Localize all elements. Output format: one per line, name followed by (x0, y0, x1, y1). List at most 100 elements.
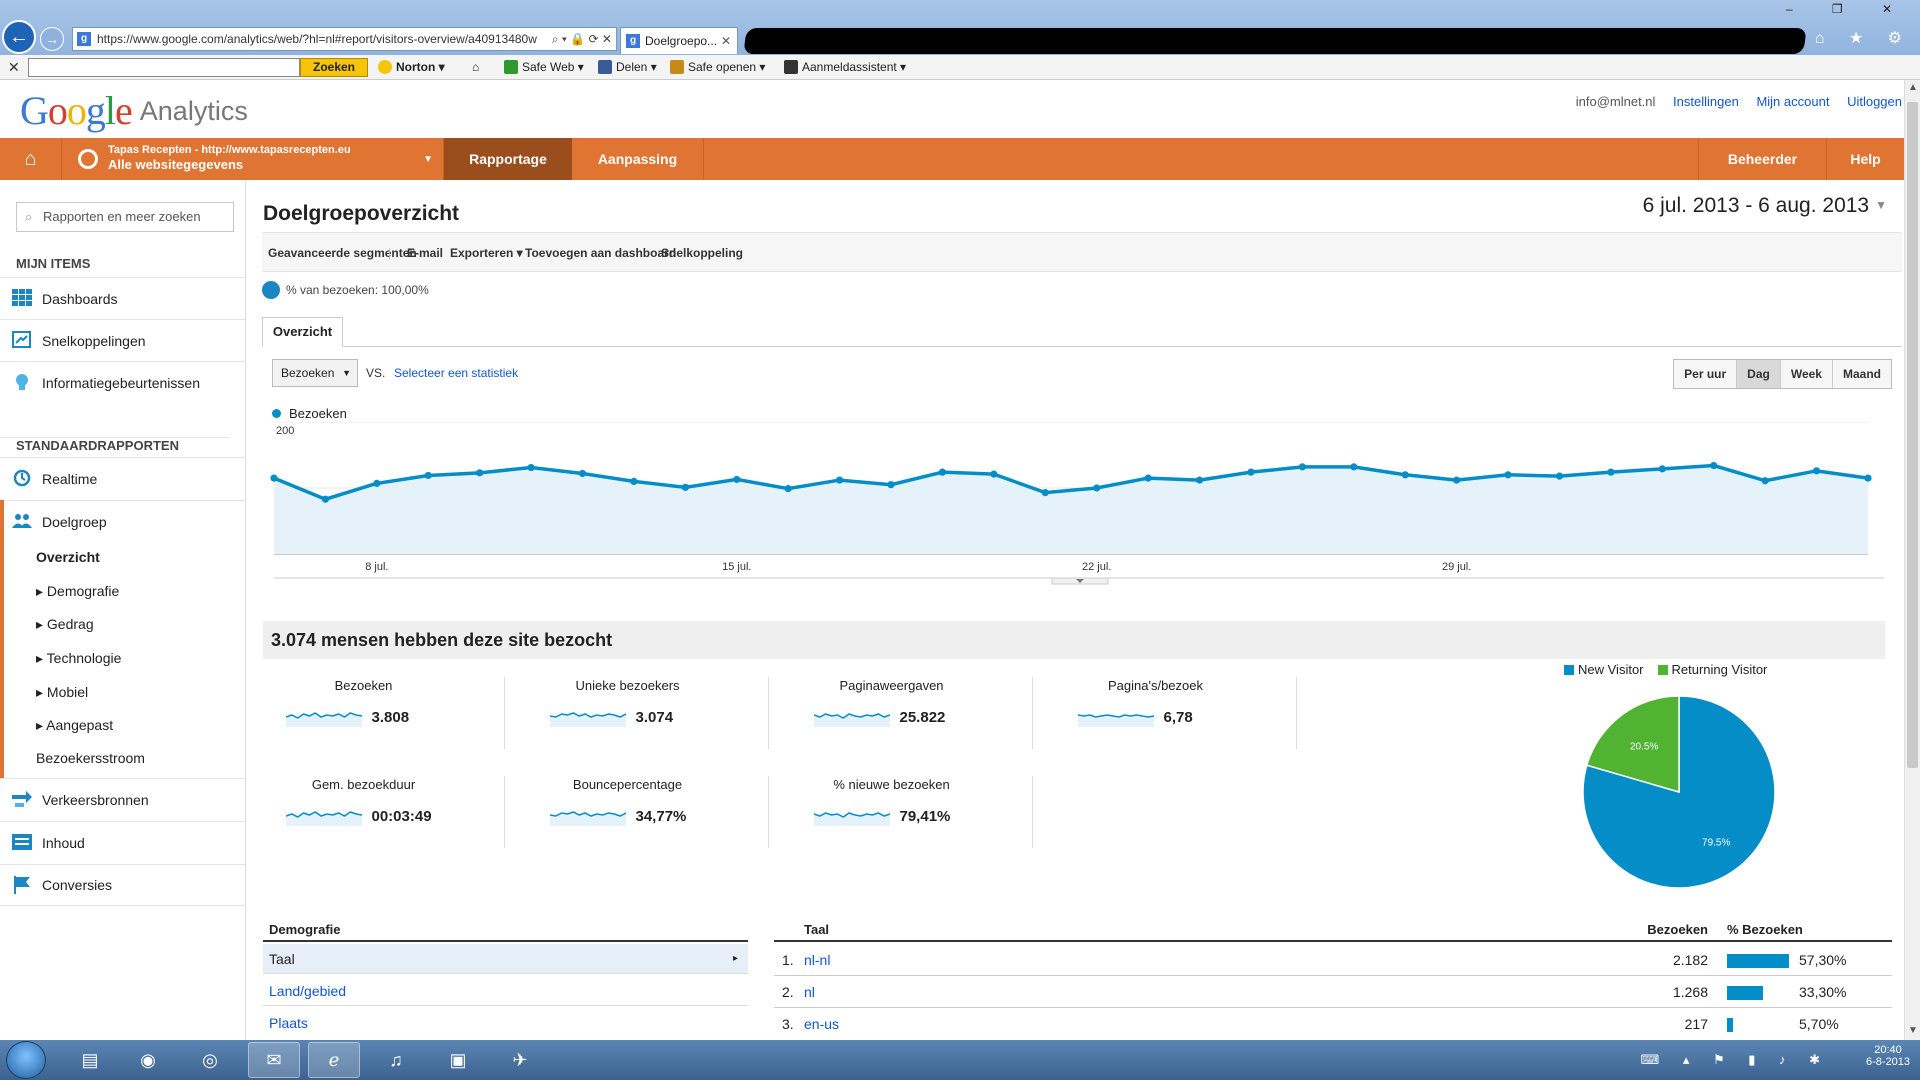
settings-link[interactable]: Instellingen (1673, 94, 1739, 109)
metric-sparkline (285, 811, 362, 826)
row-language-link[interactable]: nl-nl (804, 952, 830, 968)
explorer-folder-icon[interactable]: ▤ (64, 1042, 116, 1078)
report-search-placeholder: Rapporten en meer zoeken (43, 209, 201, 224)
google-favicon-icon: g (626, 34, 640, 48)
pie-legend-new: New Visitor (1564, 662, 1644, 677)
demografie-row-plaats[interactable]: Plaats (263, 1008, 748, 1038)
report-search-input[interactable]: ⌕ Rapporten en meer zoeken (16, 202, 234, 232)
outlook-icon[interactable]: ✉ (248, 1042, 300, 1078)
tab-help[interactable]: Help (1826, 138, 1904, 180)
safe-web-button[interactable]: Safe Web ▾ (504, 60, 584, 74)
col-pct-bezoeken[interactable]: % Bezoeken (1727, 922, 1803, 937)
tab-beheerder[interactable]: Beheerder (1698, 138, 1826, 180)
metric-row: 00:03:49 (256, 806, 471, 826)
sidebar-item-informatiegebeurtenissen[interactable]: Informatiegebeurtenissen (0, 361, 245, 403)
google-analytics-logo[interactable]: Google Analytics (20, 87, 248, 134)
aanmeldassistent-button[interactable]: Aanmeldassistent ▾ (784, 60, 906, 74)
sidebar-sub-bezoekersstroom[interactable]: Bezoekersstroom (36, 750, 145, 766)
metric-4: Pagina's/bezoek 6,78 (1048, 675, 1263, 755)
audience-people-icon (12, 514, 32, 528)
address-bar[interactable]: g https://www.google.com/analytics/web/?… (72, 27, 617, 51)
clock-time: 20:40 (1874, 1044, 1902, 1056)
system-tray-icons[interactable]: ⌨ ▴ ⚑ ▮ ♪ ✱ (1640, 1052, 1830, 1068)
start-button-icon[interactable] (6, 1041, 46, 1079)
scroll-down-icon[interactable]: ▼ (1908, 1025, 1918, 1036)
col-bezoeken[interactable]: Bezoeken (1647, 922, 1708, 937)
globe-icon (78, 149, 98, 169)
windows-media-icon[interactable]: ◉ (122, 1042, 174, 1078)
window-controls[interactable]: – ❐ ✕ (1786, 2, 1910, 16)
home-icon[interactable]: ⌂ (0, 138, 62, 180)
tab-rapportage[interactable]: Rapportage (444, 138, 572, 180)
forward-arrow-icon[interactable]: → (40, 27, 64, 51)
chrome-icon[interactable]: ◎ (184, 1042, 236, 1078)
my-account-link[interactable]: Mijn account (1756, 94, 1829, 109)
account-selector[interactable]: Tapas Recepten - http://www.tapasrecepte… (62, 138, 444, 180)
sidebar-sub-gedrag[interactable]: ▸ Gedrag (36, 616, 94, 633)
metric-7: % nieuwe bezoeken 79,41% (784, 774, 999, 854)
sparkline-area (285, 812, 362, 826)
home-icon[interactable]: ⌂ (472, 60, 479, 74)
sidebar-item-inhoud[interactable]: Inhoud (0, 821, 245, 863)
metrics-grid: Bezoeken 3.808 Unieke bezoekers 3.074 Pagina… (246, 180, 1546, 1040)
metric-sparkline (1077, 714, 1154, 727)
lightbulb-icon (16, 374, 28, 390)
tab-close-icon[interactable]: ✕ (721, 28, 731, 54)
sidebar-sub-aangepast[interactable]: ▸ Aangepast (36, 717, 113, 734)
sidebar-item-conversies[interactable]: Conversies (0, 864, 245, 906)
sidebar-item-snelkoppelingen[interactable]: Snelkoppelingen (0, 319, 245, 361)
tab-aanpassing[interactable]: Aanpassing (572, 138, 704, 180)
metric-row: 3.808 (256, 707, 471, 727)
sidebar-item-verkeersbronnen[interactable]: Verkeersbronnen (0, 778, 245, 820)
safe-openen-button[interactable]: Safe openen ▾ (670, 60, 765, 74)
demografie-row-taal[interactable]: Taal ▸ (263, 944, 748, 974)
granularity-maand[interactable]: Maand (1831, 360, 1891, 388)
system-clock[interactable]: 20:40 6-8-2013 (1866, 1044, 1910, 1068)
logout-link[interactable]: Uitloggen (1847, 94, 1902, 109)
account-links: info@mlnet.nl Instellingen Mijn account … (1562, 94, 1902, 109)
row-language-link[interactable]: nl (804, 984, 815, 1000)
row-language-link[interactable]: en-us (804, 1016, 839, 1032)
identity-safe-icon (784, 60, 798, 74)
metric-2: Unieke bezoekers 3.074 (520, 675, 735, 755)
spotify-icon[interactable]: ♫ (370, 1042, 422, 1078)
date-range-selector[interactable]: 6 jul. 2013 - 6 aug. 2013 ▼ (1643, 194, 1887, 218)
row-visits: 1.268 (1672, 984, 1708, 1000)
demografie-row-land[interactable]: Land/gebied (263, 976, 748, 1006)
delen-button[interactable]: Delen ▾ (598, 60, 657, 74)
scroll-thumb[interactable] (1907, 102, 1918, 768)
clock-date: 6-8-2013 (1865, 1056, 1910, 1068)
granularity-per-uur[interactable]: Per uur (1674, 360, 1737, 388)
sidebar-item-doelgroep[interactable]: Doelgroep (0, 500, 245, 542)
granularity-week[interactable]: Week (1779, 360, 1832, 388)
toolbar-search-button[interactable]: Zoeken (300, 58, 368, 77)
browser-tab-active[interactable]: g Doelgroepo... ✕ (620, 27, 738, 54)
sidebar-sub-mobiel[interactable]: ▸ Mobiel (36, 684, 88, 701)
sidebar-item-realtime[interactable]: Realtime (0, 457, 245, 499)
norton-button[interactable]: Norton ▾ (378, 60, 445, 74)
tools-app-icon[interactable]: ✈ (494, 1042, 546, 1078)
internet-explorer-icon[interactable]: ℯ (308, 1042, 360, 1078)
metric-sparkline (285, 712, 362, 727)
metric-divider (1032, 776, 1033, 848)
address-tools[interactable]: ⌕ ▾ 🔒 ⟳ ✕ (547, 28, 612, 50)
sidebar-item-dashboards[interactable]: Dashboards (0, 277, 245, 319)
500px-icon[interactable]: ▣ (432, 1042, 484, 1078)
metric-6: Bouncepercentage 34,77% (520, 774, 735, 854)
back-arrow-icon[interactable]: ← (2, 20, 36, 54)
metric-divider (768, 677, 769, 749)
scroll-up-icon[interactable]: ▲ (1908, 82, 1918, 93)
address-url: https://www.google.com/analytics/web/?hl… (97, 32, 537, 46)
sidebar-sub-overzicht[interactable]: Overzicht (36, 549, 100, 565)
page-scrollbar[interactable]: ▲ ▼ (1904, 80, 1920, 1040)
redacted-tabs (743, 28, 1807, 54)
granularity-dag[interactable]: Dag (1736, 360, 1780, 388)
browser-right-tools[interactable]: ⌂ ★ ⚙ (1815, 28, 1912, 48)
sidebar-sub-technologie[interactable]: ▸ Technologie (36, 650, 121, 667)
traffic-arrows-icon (12, 791, 32, 807)
toolbar-close-icon[interactable]: ✕ (8, 59, 20, 76)
sidebar-sub-demografie[interactable]: ▸ Demografie (36, 583, 119, 600)
row-pct-bar (1727, 1018, 1733, 1032)
tab-overzicht[interactable]: Overzicht (262, 317, 343, 347)
toolbar-search-input[interactable] (28, 58, 300, 77)
